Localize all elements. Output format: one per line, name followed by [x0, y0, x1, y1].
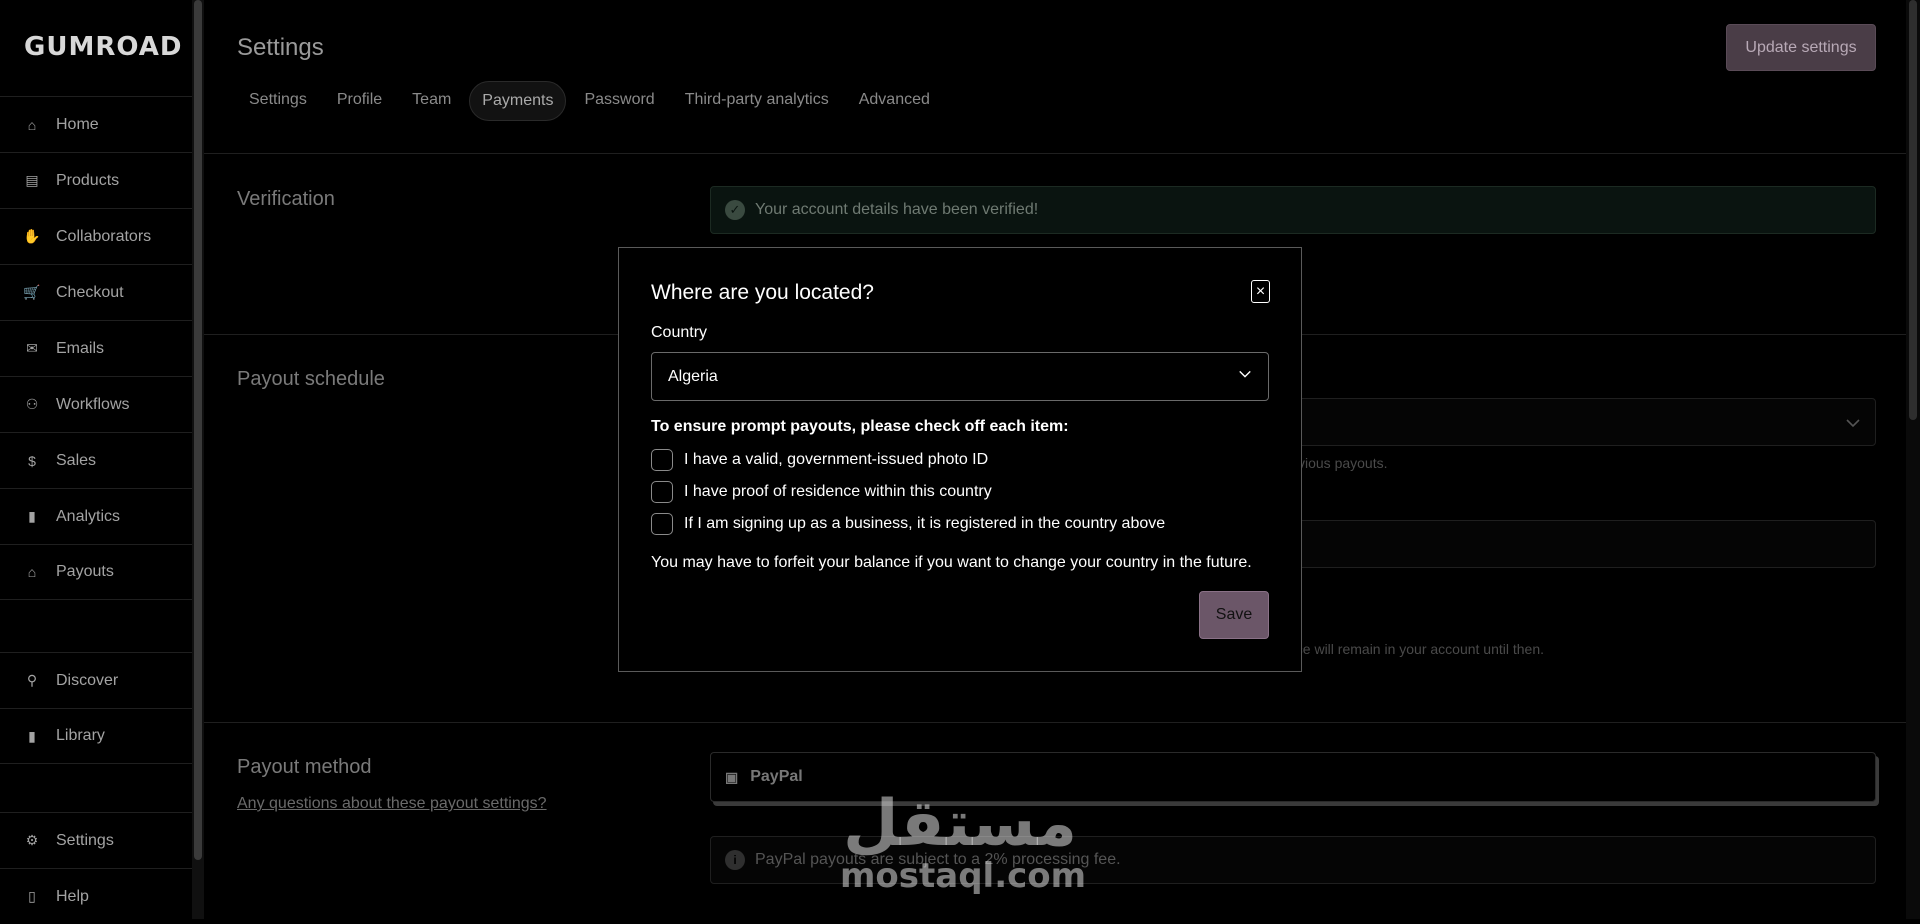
gumroad-logo[interactable]: GUMROAD	[24, 32, 182, 62]
forfeit-warning: You may have to forfeit your balance if …	[651, 554, 1252, 571]
tab-third-party-analytics[interactable]: Third-party analytics	[673, 81, 841, 121]
update-settings-button[interactable]: Update settings	[1726, 24, 1876, 71]
sidebar-item-label: Collaborators	[56, 227, 152, 245]
sidebar-item-label: Help	[56, 887, 89, 905]
sidebar-item-payouts[interactable]: ⌂ Payouts	[0, 544, 192, 600]
chevron-down-icon	[1239, 370, 1251, 378]
paypal-option[interactable]: ▣ PayPal	[710, 752, 1876, 802]
bank-icon: ⌂	[27, 564, 37, 580]
close-icon[interactable]: ×	[1251, 280, 1270, 303]
sidebar-item-home[interactable]: ⌂ Home	[0, 96, 192, 152]
checklist-item-label: I have proof of residence within this co…	[684, 483, 992, 500]
envelope-icon: ✉	[26, 340, 38, 356]
sidebar-item-library[interactable]: ▮ Library	[0, 708, 192, 764]
handshake-icon: ✋	[23, 228, 41, 244]
divider	[204, 722, 1920, 723]
verification-status-text: Your account details have been verified!	[755, 201, 1039, 218]
tab-team[interactable]: Team	[400, 81, 463, 121]
country-select-value: Algeria	[668, 367, 718, 385]
payout-balance-hint: nce will remain in your account until th…	[1288, 641, 1545, 657]
search-icon: ⚲	[26, 672, 38, 688]
sidebar-item-checkout[interactable]: 🛒 Checkout	[0, 264, 192, 320]
sidebar: GUMROAD ⌂ Home ▤ Products ✋ Collaborator…	[0, 0, 193, 919]
page-title: Settings	[237, 34, 324, 61]
home-icon: ⌂	[27, 116, 37, 133]
sidebar-item-label: Library	[56, 727, 105, 744]
checklist-title: To ensure prompt payouts, please check o…	[651, 418, 1069, 435]
book-icon: ▯	[28, 888, 36, 904]
tab-profile[interactable]: Profile	[325, 81, 394, 121]
sidebar-scrollbar-thumb[interactable]	[194, 0, 202, 860]
page-scrollbar-thumb[interactable]	[1909, 0, 1917, 420]
sidebar-item-label: Settings	[56, 831, 114, 849]
bookmark-icon: ▮	[28, 727, 36, 744]
sidebar-item-label: Emails	[56, 339, 105, 357]
currency-icon: $	[28, 452, 36, 469]
payout-method-title: Payout method	[237, 756, 372, 778]
sidebar-scrollbar[interactable]	[192, 0, 204, 919]
tab-settings[interactable]: Settings	[237, 81, 319, 121]
gear-icon: ⚙	[25, 832, 39, 848]
bar-chart-icon: ▮	[28, 508, 36, 524]
sidebar-item-collaborators[interactable]: ✋ Collaborators	[0, 208, 192, 264]
payout-schedule-hint: vious payouts.	[1298, 455, 1388, 471]
sidebar-item-analytics[interactable]: ▮ Analytics	[0, 488, 192, 544]
payout-schedule-title: Payout schedule	[237, 368, 385, 390]
paypal-fee-text: PayPal payouts are subject to a 2% proce…	[755, 851, 1121, 868]
payout-questions-link[interactable]: Any questions about these payout setting…	[237, 795, 547, 813]
info-icon: i	[725, 850, 745, 870]
verification-title: Verification	[237, 188, 335, 210]
tab-advanced[interactable]: Advanced	[847, 81, 942, 121]
sidebar-item-sales[interactable]: $ Sales	[0, 432, 192, 488]
checklist-item-label: If I am signing up as a business, it is …	[684, 515, 1166, 532]
country-select[interactable]: Algeria	[651, 352, 1269, 401]
checklist-item-photo-id[interactable]: I have a valid, government-issued photo …	[651, 449, 988, 471]
main-content: Settings Update settings Settings Profil…	[204, 0, 1920, 919]
sidebar-item-label: Sales	[56, 451, 97, 469]
business-checkbox[interactable]	[651, 513, 673, 535]
sidebar-item-label: Discover	[56, 671, 119, 689]
chevron-down-icon	[1846, 419, 1860, 428]
sidebar-item-label: Analytics	[56, 507, 121, 525]
location-dialog: Where are you located? × Country Algeria…	[618, 247, 1302, 672]
settings-tabs: Settings Profile Team Payments Password …	[237, 81, 942, 121]
divider	[204, 153, 1920, 154]
bank-icon: ▣	[725, 768, 739, 785]
sidebar-item-label: Workflows	[56, 395, 130, 413]
verification-status: ✓ Your account details have been verifie…	[710, 186, 1876, 234]
archive-icon: ▤	[25, 172, 39, 188]
photo-id-checkbox[interactable]	[651, 449, 673, 471]
sidebar-item-products[interactable]: ▤ Products	[0, 152, 192, 208]
cart-icon: 🛒	[23, 284, 41, 300]
page-scrollbar[interactable]	[1906, 0, 1920, 919]
sidebar-item-discover[interactable]: ⚲ Discover	[0, 652, 192, 708]
country-label: Country	[651, 324, 708, 341]
residence-checkbox[interactable]	[651, 481, 673, 503]
tab-password[interactable]: Password	[572, 81, 666, 121]
paypal-label: PayPal	[750, 768, 803, 785]
sidebar-item-emails[interactable]: ✉ Emails	[0, 320, 192, 376]
check-circle-icon: ✓	[725, 200, 745, 220]
paypal-fee-note: i PayPal payouts are subject to a 2% pro…	[710, 836, 1876, 884]
checklist-item-business[interactable]: If I am signing up as a business, it is …	[651, 513, 1165, 535]
tab-payments[interactable]: Payments	[469, 81, 567, 121]
save-button[interactable]: Save	[1199, 591, 1269, 639]
checklist-item-label: I have a valid, government-issued photo …	[684, 451, 989, 468]
sidebar-item-label: Home	[56, 115, 99, 133]
dialog-title: Where are you located?	[651, 281, 874, 304]
sidebar-item-label: Products	[56, 171, 120, 189]
checklist-item-residence[interactable]: I have proof of residence within this co…	[651, 481, 992, 503]
sidebar-item-label: Payouts	[56, 563, 114, 580]
sidebar-item-workflows[interactable]: ⚇ Workflows	[0, 376, 192, 432]
sidebar-item-settings[interactable]: ⚙ Settings	[0, 812, 192, 868]
sidebar-item-label: Checkout	[56, 283, 124, 301]
workflow-icon: ⚇	[25, 396, 39, 412]
sidebar-item-help[interactable]: ▯ Help	[0, 868, 192, 924]
